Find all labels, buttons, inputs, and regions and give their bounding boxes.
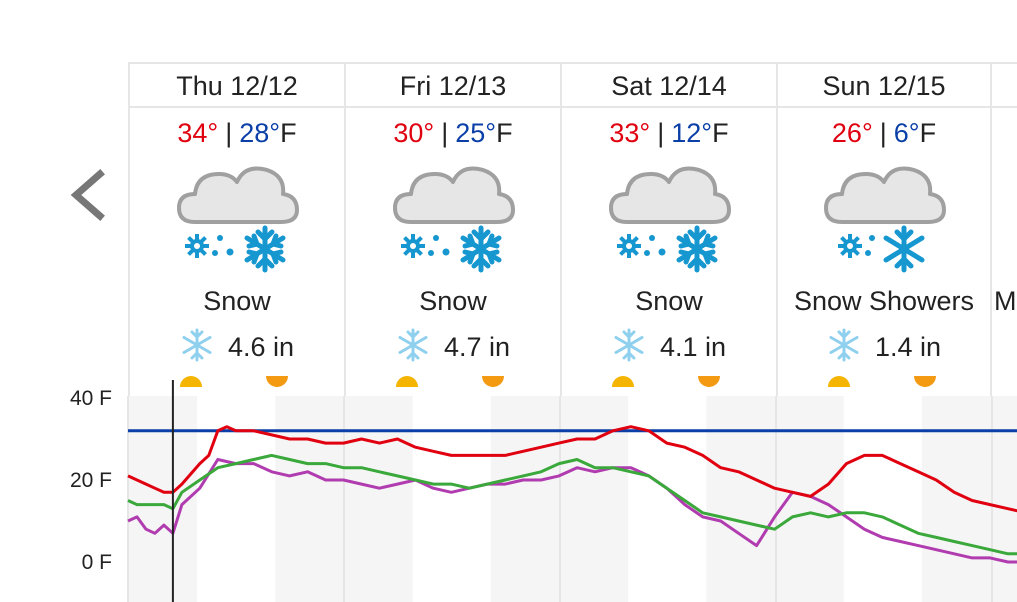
snow-amount: 4.6 in	[130, 328, 344, 370]
low-temp: 6°	[893, 118, 920, 148]
forecast-days: Thu 12/12 34° | 28°F Snow 4.6 in Fri 12/…	[128, 62, 1017, 396]
snow-icon	[173, 160, 303, 276]
day-temps: 30° | 25°F	[346, 116, 560, 150]
day-date: Sun 12/15	[778, 62, 990, 108]
snowflake-icon	[827, 328, 861, 370]
low-temp: 28°	[239, 118, 281, 148]
day-date: Sat 12/14	[562, 62, 776, 108]
snow-amount-value: 4.1 in	[659, 332, 727, 363]
snow-shower-icon	[820, 160, 950, 276]
day-temps: 34° | 28°F	[130, 116, 344, 150]
low-temp: 12°	[671, 118, 713, 148]
daytime-band	[197, 396, 276, 602]
snowflake-icon	[396, 328, 430, 370]
y-axis: 40 F 20 F 0 F	[70, 387, 112, 574]
day-date	[992, 62, 1017, 108]
snow-amount: 4.1 in	[562, 328, 776, 370]
snowflake-icon	[612, 328, 646, 370]
high-temp: 33°	[609, 118, 651, 148]
temperature-chart: 40 F 20 F 0 F	[70, 380, 1017, 602]
y-tick-label: 0 F	[82, 551, 112, 574]
high-temp: 30°	[393, 118, 435, 148]
temp-separator: |	[879, 118, 887, 148]
condition-label: M	[994, 286, 1017, 316]
y-tick-label: 20 F	[70, 469, 112, 492]
condition-label: Snow Showers	[793, 286, 975, 316]
day-column-partial[interactable]: M	[990, 62, 1017, 396]
condition-label: Snow	[203, 286, 271, 316]
day-column[interactable]: Fri 12/13 30° | 25°F Snow 4.7 in	[344, 62, 560, 396]
daytime-band	[628, 396, 707, 602]
temp-unit: F	[712, 118, 729, 148]
day-temps: 33° | 12°F	[562, 116, 776, 150]
day-column[interactable]: Sun 12/15 26° | 6°F Snow Showers 1.4 in	[776, 62, 990, 396]
snow-amount-value: 4.7 in	[443, 332, 511, 363]
snow-amount-value: 4.6 in	[227, 332, 295, 363]
temp-separator: |	[441, 118, 449, 148]
prev-days-button[interactable]	[60, 160, 120, 230]
snow-amount: 1.4 in	[778, 328, 990, 370]
snow-icon	[389, 160, 519, 276]
y-tick-label: 40 F	[70, 387, 112, 410]
snow-amount-value: 1.4 in	[874, 332, 942, 363]
low-temp: 25°	[455, 118, 497, 148]
condition-label: Snow	[635, 286, 703, 316]
daytime-band	[843, 396, 922, 602]
snowflake-icon	[180, 328, 214, 370]
chevron-left-icon	[70, 169, 105, 221]
high-temp: 34°	[177, 118, 219, 148]
temp-unit: F	[919, 118, 937, 148]
condition-label: Snow	[419, 286, 487, 316]
day-column[interactable]: Thu 12/12 34° | 28°F Snow 4.6 in	[128, 62, 344, 396]
snow-amount: 4.7 in	[346, 328, 560, 370]
day-date: Thu 12/12	[130, 62, 344, 108]
day-date: Fri 12/13	[346, 62, 560, 108]
snow-icon	[605, 160, 735, 276]
day-column[interactable]: Sat 12/14 33° | 12°F Snow 4.1 in	[560, 62, 776, 396]
temp-unit: F	[496, 118, 513, 148]
day-temps: 26° | 6°F	[778, 116, 990, 150]
temp-separator: |	[225, 118, 233, 148]
temp-unit: F	[280, 118, 297, 148]
daytime-band	[412, 396, 491, 602]
high-temp: 26°	[831, 118, 873, 148]
temp-separator: |	[657, 118, 665, 148]
